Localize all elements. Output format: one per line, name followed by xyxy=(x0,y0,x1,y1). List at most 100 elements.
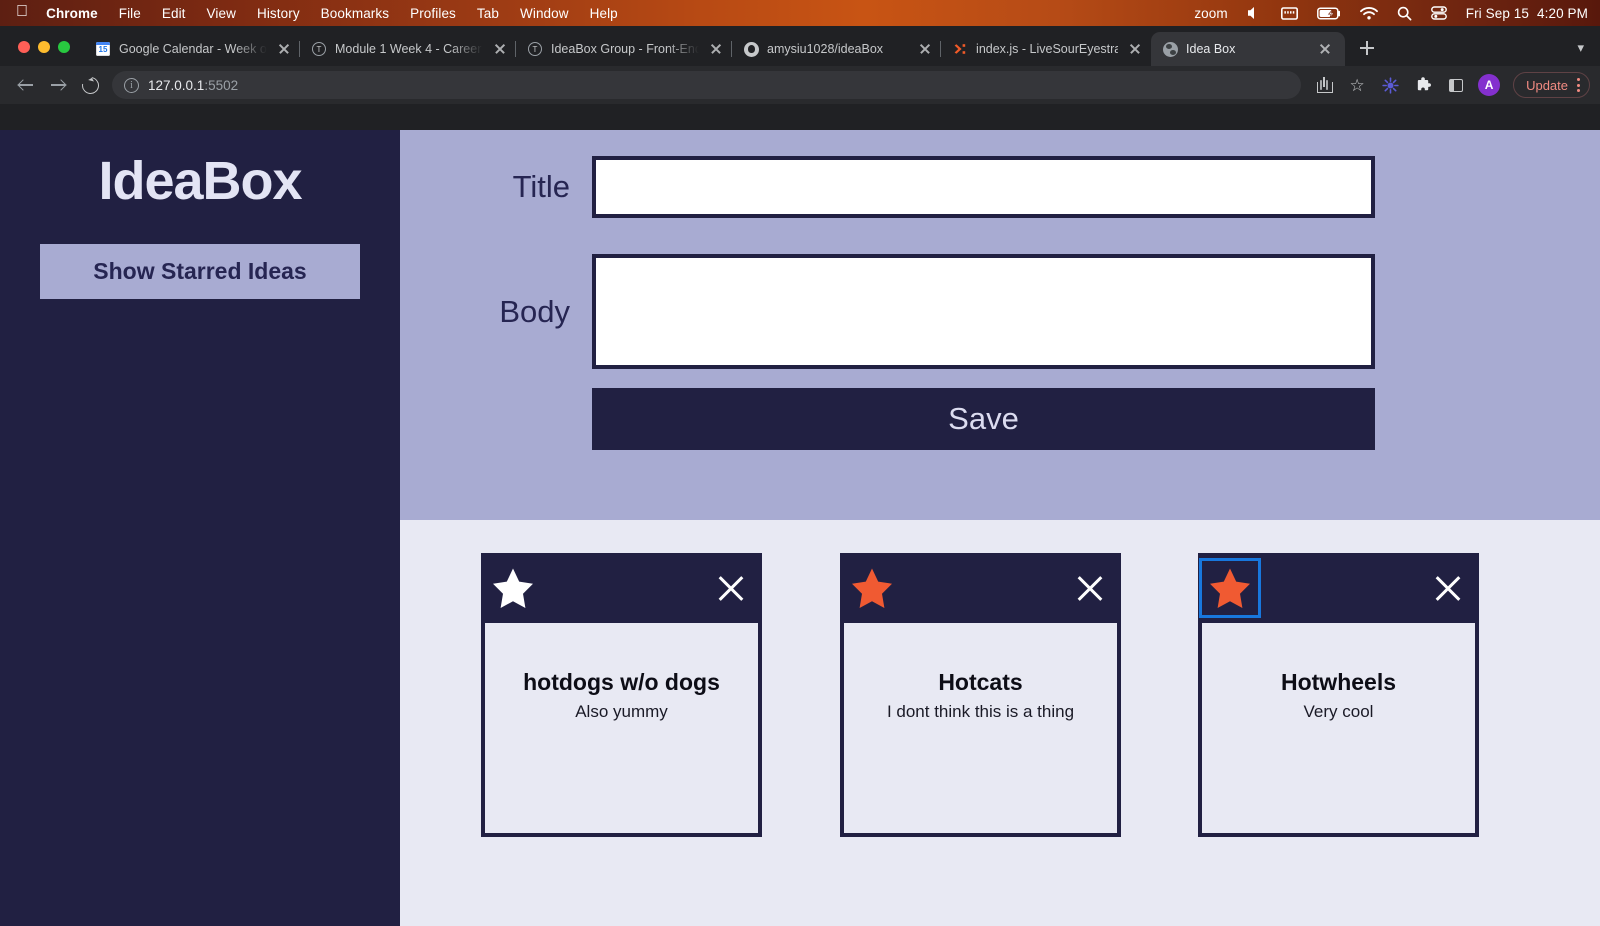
avatar[interactable]: A xyxy=(1474,70,1504,100)
tab-google-calendar[interactable]: 15 Google Calendar - Week of Se xyxy=(84,32,300,66)
spotlight-search-icon[interactable] xyxy=(1397,6,1412,21)
macos-menu-bar:  Chrome File Edit View History Bookmark… xyxy=(0,0,1600,26)
minimize-window-button[interactable] xyxy=(38,41,50,53)
tab-close-button[interactable] xyxy=(492,41,508,57)
star-button[interactable] xyxy=(491,567,535,609)
wifi-icon[interactable] xyxy=(1359,6,1378,20)
page-content: IdeaBox Show Starred Ideas Title Body Sa… xyxy=(0,130,1600,926)
card-text: Very cool xyxy=(1303,702,1374,721)
speaker-icon[interactable] xyxy=(1247,6,1262,20)
menu-item-history[interactable]: History xyxy=(257,6,300,21)
menu-item-edit[interactable]: Edit xyxy=(162,6,186,21)
star-outline-icon[interactable]: ☆ xyxy=(1342,70,1372,100)
maximize-window-button[interactable] xyxy=(58,41,70,53)
vscode-icon xyxy=(952,41,968,57)
tab-title: Module 1 Week 4 - Career De xyxy=(335,42,483,56)
idea-card: hotdogs w/o dogs Also yummy xyxy=(481,553,762,837)
url-text: 127.0.0.1:5502 xyxy=(148,78,238,93)
screen-mirroring-icon[interactable] xyxy=(1280,6,1298,20)
side-panel-icon[interactable] xyxy=(1441,70,1471,100)
sidebar: IdeaBox Show Starred Ideas xyxy=(0,130,400,926)
menu-item-window[interactable]: Window xyxy=(520,6,569,21)
kebab-menu-icon[interactable] xyxy=(1577,78,1580,92)
update-button[interactable]: Update xyxy=(1513,72,1590,98)
star-button[interactable] xyxy=(1199,558,1261,618)
tab-title: IdeaBox Group - Front-End En xyxy=(551,42,699,56)
reload-icon[interactable] xyxy=(74,69,106,101)
window-traffic-lights xyxy=(0,41,70,66)
tab-idea-box[interactable]: Idea Box xyxy=(1151,32,1346,66)
menu-bar-time[interactable]: 4:20 PM xyxy=(1537,6,1588,21)
tab-vscode-indexjs[interactable]: index.js - LiveSourEyestrain - xyxy=(940,32,1151,66)
back-arrow-icon[interactable] xyxy=(10,69,42,101)
menu-item-chrome[interactable]: Chrome xyxy=(46,6,98,21)
delete-button[interactable] xyxy=(1431,571,1465,605)
delete-button[interactable] xyxy=(714,571,748,605)
tab-title: Idea Box xyxy=(1186,42,1236,56)
menu-bar-date[interactable]: Fri Sep 15 xyxy=(1466,6,1529,21)
menu-item-file[interactable]: File xyxy=(119,6,141,21)
card-body: Hotcats I dont think this is a thing xyxy=(840,623,1121,837)
close-window-button[interactable] xyxy=(18,41,30,53)
battery-charging-icon[interactable] xyxy=(1316,6,1341,20)
new-tab-button[interactable] xyxy=(1353,34,1381,62)
forward-arrow-icon[interactable] xyxy=(42,69,74,101)
delete-button[interactable] xyxy=(1073,571,1107,605)
turing-icon: T xyxy=(527,41,543,57)
tab-title: index.js - LiveSourEyestrain - xyxy=(976,42,1119,56)
control-center-icon[interactable] xyxy=(1430,6,1447,20)
tab-module-1-week-4[interactable]: T Module 1 Week 4 - Career De xyxy=(299,32,516,66)
title-input[interactable] xyxy=(592,156,1375,218)
star-icon xyxy=(493,568,533,608)
url-host: 127.0.0.1 xyxy=(148,77,205,93)
url-port: :5502 xyxy=(204,77,239,93)
card-title: hotdogs w/o dogs xyxy=(523,669,720,695)
tab-close-button[interactable] xyxy=(1127,41,1143,57)
tab-list: 15 Google Calendar - Week of Se T Module… xyxy=(84,26,1381,66)
card-body: Hotwheels Very cool xyxy=(1198,623,1479,837)
menu-bar-status-items: zoom Fri Sep 15 4:20 PM xyxy=(1194,6,1588,21)
info-circle-icon[interactable]: i xyxy=(124,77,139,93)
idea-cards-grid: hotdogs w/o dogs Also yummy Hotcats I do… xyxy=(400,520,1600,926)
page-title: IdeaBox xyxy=(98,151,302,211)
chevron-down-icon[interactable]: ▾ xyxy=(1577,40,1600,56)
idea-card: Hotcats I dont think this is a thing xyxy=(840,553,1121,837)
idea-card: Hotwheels Very cool xyxy=(1198,553,1479,837)
menu-item-view[interactable]: View xyxy=(207,6,236,21)
puzzle-piece-icon[interactable] xyxy=(1408,70,1438,100)
github-icon xyxy=(743,41,759,57)
body-field-row: Body xyxy=(400,254,1375,369)
show-starred-ideas-button[interactable]: Show Starred Ideas xyxy=(40,244,360,299)
menu-item-bookmarks[interactable]: Bookmarks xyxy=(321,6,389,21)
tab-close-button[interactable] xyxy=(1317,41,1333,57)
share-icon[interactable] xyxy=(1309,70,1339,100)
star-icon xyxy=(852,568,892,608)
card-header xyxy=(840,553,1121,623)
extension-burst-icon[interactable] xyxy=(1375,70,1405,100)
apple-logo-icon[interactable]:  xyxy=(16,4,28,20)
card-body: hotdogs w/o dogs Also yummy xyxy=(481,623,762,837)
title-label: Title xyxy=(512,169,570,204)
menu-item-tab[interactable]: Tab xyxy=(477,6,499,21)
menu-item-profiles[interactable]: Profiles xyxy=(410,6,456,21)
tab-close-button[interactable] xyxy=(917,41,933,57)
card-title: Hotwheels xyxy=(1280,669,1397,695)
tab-title: amysiu1028/ideaBox xyxy=(767,42,884,56)
tab-close-button[interactable] xyxy=(708,41,724,57)
chrome-window: 15 Google Calendar - Week of Se T Module… xyxy=(0,26,1600,926)
status-zoom-label[interactable]: zoom xyxy=(1194,6,1227,21)
tab-strip: 15 Google Calendar - Week of Se T Module… xyxy=(0,26,1600,66)
tab-close-button[interactable] xyxy=(276,41,292,57)
star-button[interactable] xyxy=(850,567,894,609)
menu-item-help[interactable]: Help xyxy=(590,6,618,21)
tab-ideabox-group[interactable]: T IdeaBox Group - Front-End En xyxy=(515,32,732,66)
address-bar[interactable]: i 127.0.0.1:5502 xyxy=(112,71,1302,99)
body-input[interactable] xyxy=(592,254,1375,369)
save-button[interactable]: Save xyxy=(592,388,1375,450)
update-button-label: Update xyxy=(1526,77,1568,93)
tab-github-ideabox[interactable]: amysiu1028/ideaBox xyxy=(731,32,941,66)
body-label: Body xyxy=(499,293,570,329)
google-calendar-icon: 15 xyxy=(95,41,111,57)
turing-icon: T xyxy=(311,41,327,57)
toolbar-icons: ☆ A Update xyxy=(1309,70,1590,100)
